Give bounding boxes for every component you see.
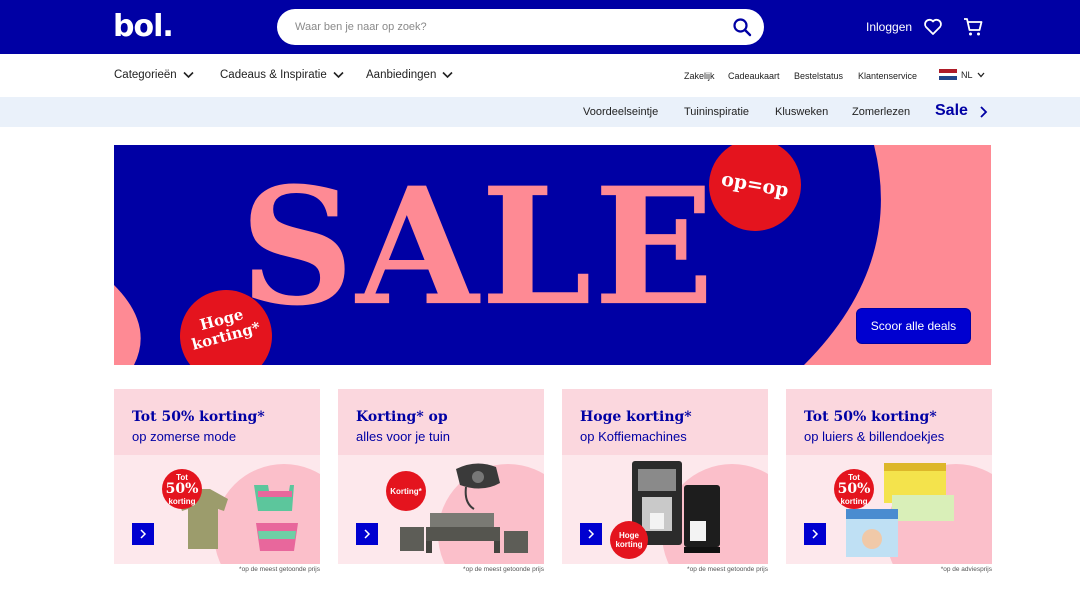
chevron-right-icon [812,529,819,539]
search-bar[interactable] [277,9,764,45]
badge-line1: Hoge [619,531,639,540]
sub-nav: Voordeelseintje Tuininspiratie Klusweken… [0,97,1080,127]
chevron-right-icon [364,529,371,539]
chevron-down-icon [442,71,453,79]
card-subtitle: op Koffiemachines [580,429,687,444]
card-arrow-button[interactable] [804,523,826,545]
chevron-down-icon [333,71,344,79]
badge-korting: korting [840,496,868,506]
promo-card-diapers[interactable]: Tot 50% korting* op luiers & billendoekj… [786,389,992,564]
netherlands-flag-icon [939,69,957,81]
badge-line2: korting [615,540,643,549]
link-business[interactable]: Zakelijk [684,71,715,81]
badge-percent: 50% [837,480,871,497]
card-arrow-button[interactable] [356,523,378,545]
promo-card-fashion[interactable]: Tot 50% korting* op zomerse mode Tot 50%… [114,389,320,564]
scoor-alle-deals-button[interactable]: Scoor alle deals [856,308,971,344]
card-subtitle: op zomerse mode [132,429,237,444]
language-label: NL [961,69,973,80]
discount-badge: Tot 50% korting [162,469,202,509]
card-title: Tot 50% korting* [132,409,265,425]
subnav-item-klusweken[interactable]: Klusweken [775,106,828,118]
link-giftcard[interactable]: Cadeaukaart [728,71,780,81]
top-header: bol. Inloggen [0,0,1080,54]
card-footnote: *op de adviesprijs [940,566,992,573]
search-icon[interactable] [732,17,752,37]
chevron-right-icon[interactable] [978,105,988,119]
badge-korting: korting [168,496,196,506]
card-subtitle: op luiers & billendoekjes [804,429,945,444]
card-arrow-button[interactable] [132,523,154,545]
chevron-down-icon [977,72,985,77]
chevron-right-icon [588,529,595,539]
main-nav: Categorieën Cadeaus & Inspiratie Aanbied… [0,54,1080,97]
cart-icon[interactable] [962,16,984,38]
search-input[interactable] [295,9,715,45]
login-link[interactable]: Inloggen [866,20,912,34]
chevron-down-icon [183,71,194,79]
sale-hero-banner[interactable]: SALE op=op Hoge korting* Scoor alle deal… [114,145,991,365]
link-customer-service[interactable]: Klantenservice [858,71,917,81]
subnav-item-zomerlezen[interactable]: Zomerlezen [852,106,910,118]
card-footnote: *op de meest getoonde prijs [239,566,320,573]
sale-headline: SALE [240,153,717,342]
language-selector[interactable]: NL [939,69,985,81]
nav-offers[interactable]: Aanbiedingen [366,69,453,81]
card-subtitle: alles voor je tuin [356,429,450,444]
chevron-right-icon [140,529,147,539]
link-order-status[interactable]: Bestelstatus [794,71,843,81]
card-title: Tot 50% korting* [804,409,937,425]
nav-gifts[interactable]: Cadeaus & Inspiratie [220,69,344,81]
heart-icon[interactable] [923,17,943,37]
nav-offers-label: Aanbiedingen [366,69,437,81]
subnav-item-voordeelseintje[interactable]: Voordeelseintje [583,106,658,118]
card-footnote: *op de meest getoonde prijs [687,566,768,573]
nav-categories-label: Categorieën [114,69,177,81]
bol-logo[interactable]: bol. [113,9,174,45]
subnav-sale-link[interactable]: Sale [935,102,968,120]
card-arrow-button[interactable] [580,523,602,545]
promo-card-garden[interactable]: Korting* op alles voor je tuin Korting* [338,389,544,564]
nav-gifts-label: Cadeaus & Inspiratie [220,69,327,81]
discount-badge: Tot 50% korting [834,469,874,509]
discount-badge: Korting* [386,471,426,511]
card-title: Hoge korting* [580,409,692,425]
promo-card-coffee[interactable]: Hoge korting* op Koffiemachines Hoge kor… [562,389,768,564]
badge-percent: 50% [165,480,199,497]
subnav-item-tuininspiratie[interactable]: Tuininspiratie [684,106,749,118]
card-title: Korting* op [356,409,448,425]
card-footnote: *op de meest getoonde prijs [463,566,544,573]
hoge-korting-badge: Hoge korting [610,521,648,559]
nav-categories[interactable]: Categorieën [114,69,194,81]
